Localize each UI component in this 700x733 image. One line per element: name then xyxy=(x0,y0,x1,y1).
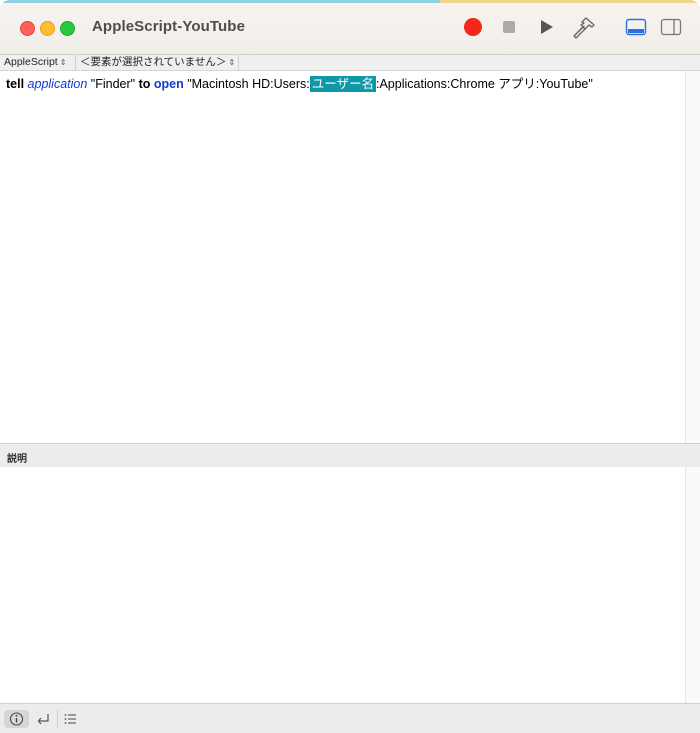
element-label: ＜要素が選択されていません＞ xyxy=(80,56,227,68)
selected-text: ユーザー名 xyxy=(309,76,376,92)
record-icon xyxy=(464,18,482,36)
compile-button[interactable] xyxy=(571,15,595,39)
keyword-tell: tell xyxy=(6,77,25,91)
updown-arrow-icon: ⇕ xyxy=(59,58,67,67)
minimize-window-button[interactable] xyxy=(40,21,55,36)
run-icon xyxy=(541,20,553,34)
info-icon xyxy=(9,712,24,726)
bottom-pane-icon xyxy=(625,18,647,36)
path-before: "Macintosh HD:Users: xyxy=(183,77,310,91)
window-top-edge xyxy=(0,0,700,3)
stop-icon xyxy=(503,21,515,33)
log-history-button[interactable] xyxy=(57,710,83,728)
title-bar: AppleScript-YouTube xyxy=(0,0,700,55)
record-button[interactable] xyxy=(461,15,485,39)
info-button[interactable] xyxy=(4,710,29,728)
description-pane-header[interactable]: 説明 xyxy=(0,443,700,468)
path-after: :Applications:Chrome アプリ:YouTube" xyxy=(376,77,593,91)
element-popup[interactable]: ＜要素が選択されていません＞ ⇕ xyxy=(75,55,240,70)
navigation-bar: AppleScript ⇕ ＜要素が選択されていません＞ ⇕ xyxy=(0,55,700,71)
show-side-pane-button[interactable] xyxy=(659,15,683,39)
description-title: 説明 xyxy=(7,454,27,465)
window-title: AppleScript-YouTube xyxy=(92,18,246,35)
description-scrollbar[interactable] xyxy=(685,467,700,703)
language-popup[interactable]: AppleScript ⇕ xyxy=(1,55,69,70)
keyword-to: to xyxy=(138,77,151,91)
script-editor-window: AppleScript-YouTube AppleScript ⇕ ＜要素が選択… xyxy=(0,0,700,733)
string-finder: "Finder" xyxy=(87,77,139,91)
close-window-button[interactable] xyxy=(20,21,35,36)
side-pane-icon xyxy=(660,18,682,36)
reply-arrow-icon xyxy=(37,714,49,725)
class-application: application xyxy=(27,77,88,91)
result-button[interactable] xyxy=(31,710,56,728)
hammer-icon xyxy=(573,17,595,39)
command-open: open xyxy=(153,77,184,91)
run-button[interactable] xyxy=(535,15,559,39)
show-bottom-pane-button[interactable] xyxy=(624,15,648,39)
editor-scrollbar[interactable] xyxy=(685,71,700,443)
zoom-window-button[interactable] xyxy=(60,21,75,36)
stop-button[interactable] xyxy=(497,15,521,39)
list-icon xyxy=(64,714,76,724)
updown-arrow-icon: ⇕ xyxy=(228,58,236,67)
code-line[interactable]: tell application "Finder" to open "Macin… xyxy=(6,76,593,92)
bottom-bar xyxy=(0,703,700,733)
description-text-area[interactable] xyxy=(0,467,685,703)
script-editor[interactable]: tell application "Finder" to open "Macin… xyxy=(0,71,685,443)
language-label: AppleScript xyxy=(4,56,58,68)
